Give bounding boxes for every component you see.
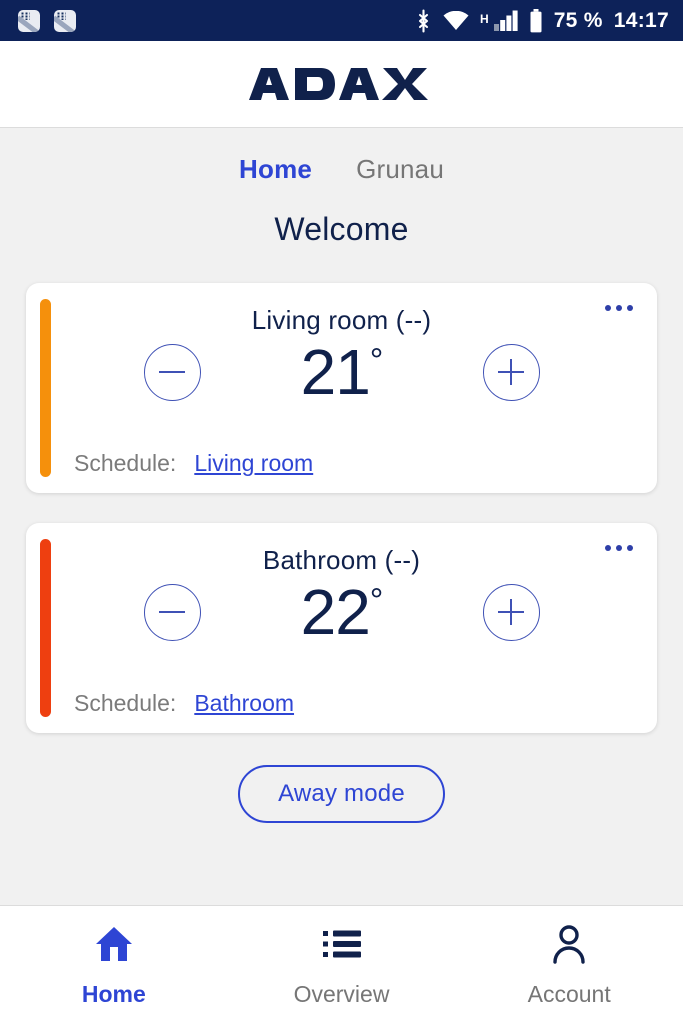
adax-logo xyxy=(247,66,437,102)
person-icon xyxy=(551,923,587,965)
room-options-button[interactable] xyxy=(605,545,633,551)
room-options-button[interactable] xyxy=(605,305,633,311)
schedule-link[interactable]: Bathroom xyxy=(194,690,294,717)
room-temperature-value: 22° xyxy=(300,576,384,648)
dot xyxy=(605,545,611,551)
dot xyxy=(627,545,633,551)
main-content: Home Grunau Welcome Living room (--) 21° xyxy=(0,128,683,905)
dot xyxy=(616,545,622,551)
app-screen: H 75 % 14:17 Home Grunau Welcome Living … xyxy=(0,0,683,1024)
nav-label-overview: Overview xyxy=(293,980,390,1007)
increase-temperature-button[interactable] xyxy=(482,343,540,401)
dot xyxy=(605,305,611,311)
status-bar: H 75 % 14:17 xyxy=(0,0,683,41)
nav-label-account: Account xyxy=(527,980,611,1007)
minus-icon xyxy=(143,583,201,641)
schedule-label: Schedule: xyxy=(74,690,177,716)
app-notification-icon xyxy=(18,9,40,32)
nav-item-account[interactable]: Account xyxy=(455,923,683,1008)
page-title: Welcome xyxy=(274,211,409,247)
home-tab-bar: Home Grunau xyxy=(239,154,444,185)
battery-icon xyxy=(529,8,543,33)
home-icon xyxy=(94,923,134,965)
app-notification-icon xyxy=(54,9,76,32)
dot xyxy=(627,305,633,311)
room-card-bathroom[interactable]: Bathroom (--) 22° Schedule: Bathroom xyxy=(26,523,657,733)
room-accent-bar xyxy=(40,539,51,717)
minus-icon xyxy=(143,343,201,401)
increase-temperature-button[interactable] xyxy=(482,583,540,641)
away-mode-button[interactable]: Away mode xyxy=(238,765,445,823)
network-type-label: H xyxy=(480,11,489,26)
plus-icon xyxy=(482,583,540,641)
cellular-signal-icon xyxy=(493,10,518,31)
nav-item-home[interactable]: Home xyxy=(0,923,228,1008)
tab-grunau[interactable]: Grunau xyxy=(356,154,444,185)
room-schedule-row: Schedule: Bathroom xyxy=(50,690,633,717)
nav-label-home: Home xyxy=(81,980,146,1007)
bluetooth-icon xyxy=(415,8,432,33)
dot xyxy=(616,305,622,311)
bottom-navigation-bar: Home Overview Account xyxy=(0,905,683,1024)
room-schedule-row: Schedule: Living room xyxy=(50,450,633,477)
tab-home[interactable]: Home xyxy=(239,154,312,185)
list-icon xyxy=(322,923,362,965)
status-bar-notifications xyxy=(18,9,76,32)
room-name-label: Living room (--) xyxy=(251,305,432,335)
clock-label: 14:17 xyxy=(613,8,669,32)
plus-icon xyxy=(482,343,540,401)
room-accent-bar xyxy=(40,299,51,477)
temperature-control: 22° xyxy=(50,580,633,644)
battery-percent-label: 75 % xyxy=(553,8,603,32)
status-bar-system-icons: H 75 % 14:17 xyxy=(415,8,669,33)
room-name-label: Bathroom (--) xyxy=(262,545,421,575)
room-temperature-value: 21° xyxy=(300,336,384,408)
schedule-label: Schedule: xyxy=(74,450,177,476)
schedule-link[interactable]: Living room xyxy=(194,450,313,477)
decrease-temperature-button[interactable] xyxy=(143,583,201,641)
wifi-icon xyxy=(443,10,469,31)
decrease-temperature-button[interactable] xyxy=(143,343,201,401)
room-card-living-room[interactable]: Living room (--) 21° Schedule: Living ro… xyxy=(26,283,657,493)
nav-item-overview[interactable]: Overview xyxy=(228,923,456,1008)
app-header xyxy=(0,41,683,128)
temperature-control: 21° xyxy=(50,340,633,404)
